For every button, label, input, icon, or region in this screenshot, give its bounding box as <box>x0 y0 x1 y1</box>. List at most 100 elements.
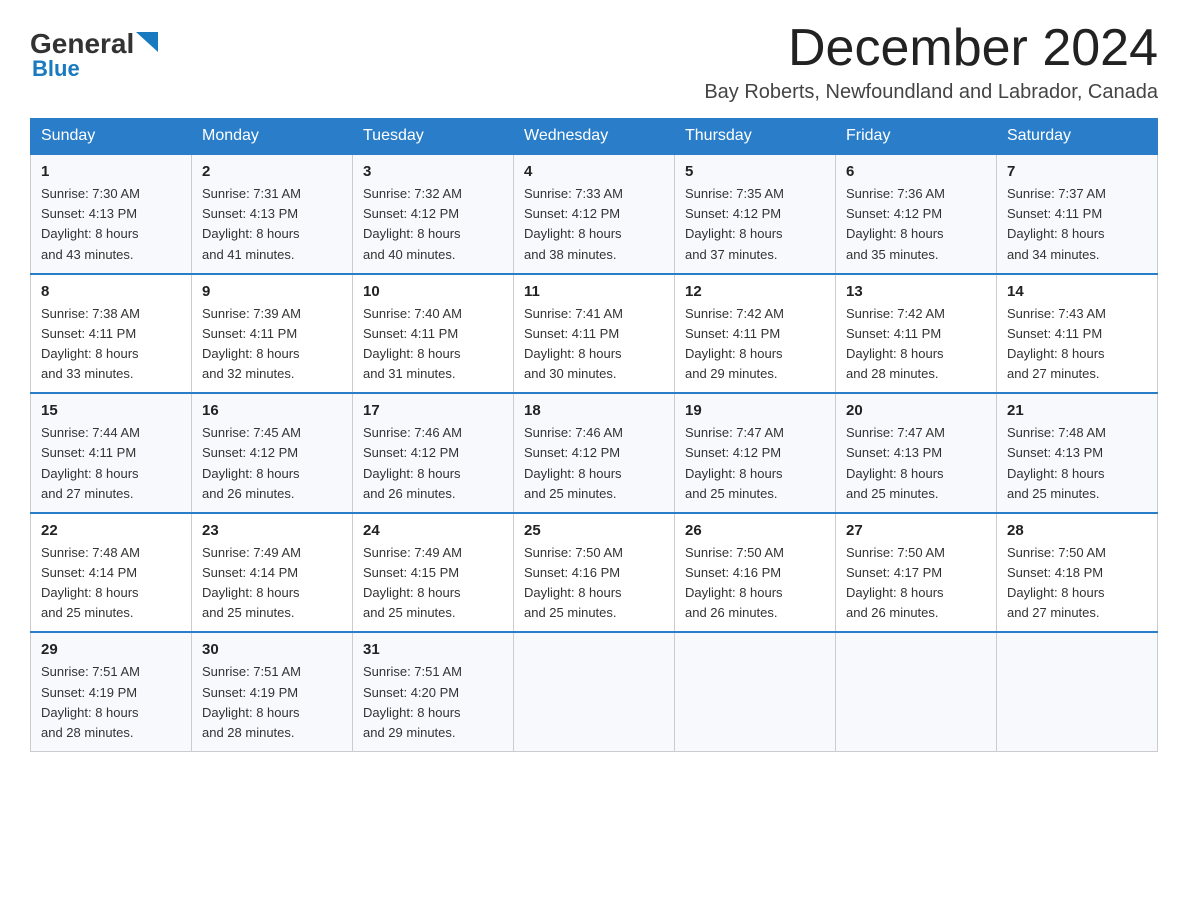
day-number: 24 <box>363 522 503 539</box>
col-header-friday: Friday <box>836 119 997 155</box>
calendar-cell: 21 Sunrise: 7:48 AMSunset: 4:13 PMDayligh… <box>997 393 1158 513</box>
day-info: Sunrise: 7:41 AMSunset: 4:11 PMDaylight:… <box>524 304 664 385</box>
col-header-sunday: Sunday <box>31 119 192 155</box>
calendar-cell: 9 Sunrise: 7:39 AMSunset: 4:11 PMDaylight… <box>192 274 353 394</box>
day-number: 21 <box>1007 402 1147 419</box>
col-header-thursday: Thursday <box>675 119 836 155</box>
calendar-cell: 2 Sunrise: 7:31 AMSunset: 4:13 PMDaylight… <box>192 154 353 274</box>
day-info: Sunrise: 7:32 AMSunset: 4:12 PMDaylight:… <box>363 184 503 265</box>
day-info: Sunrise: 7:47 AMSunset: 4:12 PMDaylight:… <box>685 423 825 504</box>
day-info: Sunrise: 7:43 AMSunset: 4:11 PMDaylight:… <box>1007 304 1147 385</box>
day-number: 5 <box>685 163 825 180</box>
calendar-week-row: 29 Sunrise: 7:51 AMSunset: 4:19 PMDayligh… <box>31 632 1158 751</box>
day-info: Sunrise: 7:46 AMSunset: 4:12 PMDaylight:… <box>524 423 664 504</box>
calendar-cell: 17 Sunrise: 7:46 AMSunset: 4:12 PMDayligh… <box>353 393 514 513</box>
calendar-week-row: 8 Sunrise: 7:38 AMSunset: 4:11 PMDaylight… <box>31 274 1158 394</box>
calendar-cell: 23Sunrise: 7:49 AMSunset: 4:14 PMDayligh… <box>192 513 353 633</box>
calendar-cell: 22 Sunrise: 7:48 AMSunset: 4:14 PMDayligh… <box>31 513 192 633</box>
title-block: December 2024 Bay Roberts, Newfoundland … <box>704 20 1158 104</box>
day-number: 17 <box>363 402 503 419</box>
day-number: 26 <box>685 522 825 539</box>
col-header-monday: Monday <box>192 119 353 155</box>
calendar-cell: 11 Sunrise: 7:41 AMSunset: 4:11 PMDayligh… <box>514 274 675 394</box>
calendar-cell: 6 Sunrise: 7:36 AMSunset: 4:12 PMDaylight… <box>836 154 997 274</box>
calendar-cell: 28Sunrise: 7:50 AMSunset: 4:18 PMDayligh… <box>997 513 1158 633</box>
calendar-cell: 13Sunrise: 7:42 AMSunset: 4:11 PMDayligh… <box>836 274 997 394</box>
day-number: 13 <box>846 283 986 300</box>
logo-general: General <box>30 30 134 58</box>
day-number: 29 <box>41 641 181 658</box>
day-number: 19 <box>685 402 825 419</box>
calendar-cell: 25Sunrise: 7:50 AMSunset: 4:16 PMDayligh… <box>514 513 675 633</box>
day-info: Sunrise: 7:45 AMSunset: 4:12 PMDaylight:… <box>202 423 342 504</box>
calendar-cell: 29 Sunrise: 7:51 AMSunset: 4:19 PMDayligh… <box>31 632 192 751</box>
day-info: Sunrise: 7:48 AMSunset: 4:14 PMDaylight:… <box>41 543 181 624</box>
day-info: Sunrise: 7:50 AMSunset: 4:17 PMDaylight:… <box>846 543 986 624</box>
calendar-week-row: 15Sunrise: 7:44 AMSunset: 4:11 PMDayligh… <box>31 393 1158 513</box>
day-number: 1 <box>41 163 181 180</box>
calendar-cell: 14 Sunrise: 7:43 AMSunset: 4:11 PMDayligh… <box>997 274 1158 394</box>
day-number: 7 <box>1007 163 1147 180</box>
day-number: 3 <box>363 163 503 180</box>
day-info: Sunrise: 7:33 AMSunset: 4:12 PMDaylight:… <box>524 184 664 265</box>
calendar-cell: 27 Sunrise: 7:50 AMSunset: 4:17 PMDayligh… <box>836 513 997 633</box>
day-info: Sunrise: 7:51 AMSunset: 4:19 PMDaylight:… <box>41 662 181 743</box>
calendar-cell: 26 Sunrise: 7:50 AMSunset: 4:16 PMDayligh… <box>675 513 836 633</box>
day-number: 30 <box>202 641 342 658</box>
day-info: Sunrise: 7:36 AMSunset: 4:12 PMDaylight:… <box>846 184 986 265</box>
day-number: 18 <box>524 402 664 419</box>
day-number: 4 <box>524 163 664 180</box>
day-info: Sunrise: 7:35 AMSunset: 4:12 PMDaylight:… <box>685 184 825 265</box>
calendar-cell <box>997 632 1158 751</box>
logo-triangle-icon <box>136 32 158 52</box>
col-header-saturday: Saturday <box>997 119 1158 155</box>
day-info: Sunrise: 7:30 AMSunset: 4:13 PMDaylight:… <box>41 184 181 265</box>
day-number: 14 <box>1007 283 1147 300</box>
day-info: Sunrise: 7:48 AMSunset: 4:13 PMDaylight:… <box>1007 423 1147 504</box>
day-info: Sunrise: 7:40 AMSunset: 4:11 PMDaylight:… <box>363 304 503 385</box>
calendar-cell: 20Sunrise: 7:47 AMSunset: 4:13 PMDayligh… <box>836 393 997 513</box>
calendar-cell: 24 Sunrise: 7:49 AMSunset: 4:15 PMDayligh… <box>353 513 514 633</box>
calendar-cell: 8 Sunrise: 7:38 AMSunset: 4:11 PMDaylight… <box>31 274 192 394</box>
day-info: Sunrise: 7:44 AMSunset: 4:11 PMDaylight:… <box>41 423 181 504</box>
day-number: 27 <box>846 522 986 539</box>
day-info: Sunrise: 7:37 AMSunset: 4:11 PMDaylight:… <box>1007 184 1147 265</box>
logo: General Blue <box>30 30 158 82</box>
month-title: December 2024 <box>704 20 1158 77</box>
day-info: Sunrise: 7:46 AMSunset: 4:12 PMDaylight:… <box>363 423 503 504</box>
location-subtitle: Bay Roberts, Newfoundland and Labrador, … <box>704 81 1158 104</box>
calendar-cell: 19 Sunrise: 7:47 AMSunset: 4:12 PMDayligh… <box>675 393 836 513</box>
day-number: 6 <box>846 163 986 180</box>
calendar-header-row: SundayMondayTuesdayWednesdayThursdayFrid… <box>31 119 1158 155</box>
day-info: Sunrise: 7:38 AMSunset: 4:11 PMDaylight:… <box>41 304 181 385</box>
calendar-week-row: 1 Sunrise: 7:30 AMSunset: 4:13 PMDaylight… <box>31 154 1158 274</box>
page-header: General Blue December 2024 Bay Roberts, … <box>30 20 1158 104</box>
day-info: Sunrise: 7:42 AMSunset: 4:11 PMDaylight:… <box>685 304 825 385</box>
day-number: 12 <box>685 283 825 300</box>
calendar-cell <box>836 632 997 751</box>
calendar-cell: 1 Sunrise: 7:30 AMSunset: 4:13 PMDaylight… <box>31 154 192 274</box>
day-number: 9 <box>202 283 342 300</box>
calendar-cell: 10 Sunrise: 7:40 AMSunset: 4:11 PMDayligh… <box>353 274 514 394</box>
col-header-tuesday: Tuesday <box>353 119 514 155</box>
calendar-cell: 31 Sunrise: 7:51 AMSunset: 4:20 PMDayligh… <box>353 632 514 751</box>
day-info: Sunrise: 7:50 AMSunset: 4:16 PMDaylight:… <box>685 543 825 624</box>
calendar-cell: 18 Sunrise: 7:46 AMSunset: 4:12 PMDayligh… <box>514 393 675 513</box>
day-number: 22 <box>41 522 181 539</box>
day-info: Sunrise: 7:47 AMSunset: 4:13 PMDaylight:… <box>846 423 986 504</box>
day-info: Sunrise: 7:49 AMSunset: 4:14 PMDaylight:… <box>202 543 342 624</box>
calendar-cell: 3 Sunrise: 7:32 AMSunset: 4:12 PMDaylight… <box>353 154 514 274</box>
day-info: Sunrise: 7:49 AMSunset: 4:15 PMDaylight:… <box>363 543 503 624</box>
day-number: 2 <box>202 163 342 180</box>
day-number: 10 <box>363 283 503 300</box>
calendar-cell: 16Sunrise: 7:45 AMSunset: 4:12 PMDayligh… <box>192 393 353 513</box>
day-number: 31 <box>363 641 503 658</box>
day-info: Sunrise: 7:50 AMSunset: 4:16 PMDaylight:… <box>524 543 664 624</box>
day-info: Sunrise: 7:50 AMSunset: 4:18 PMDaylight:… <box>1007 543 1147 624</box>
day-number: 11 <box>524 283 664 300</box>
day-info: Sunrise: 7:51 AMSunset: 4:20 PMDaylight:… <box>363 662 503 743</box>
calendar-cell: 30Sunrise: 7:51 AMSunset: 4:19 PMDayligh… <box>192 632 353 751</box>
day-info: Sunrise: 7:39 AMSunset: 4:11 PMDaylight:… <box>202 304 342 385</box>
day-number: 8 <box>41 283 181 300</box>
day-info: Sunrise: 7:31 AMSunset: 4:13 PMDaylight:… <box>202 184 342 265</box>
